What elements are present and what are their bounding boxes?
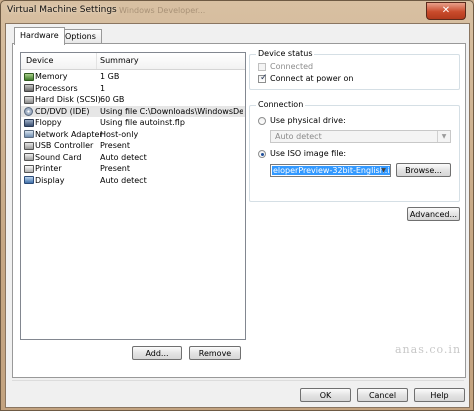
device-summary: 1 GB [100,72,120,81]
window-title: Virtual Machine Settings [7,5,117,15]
device-summary: Present [100,164,131,173]
device-list-header: Device Summary [21,53,245,70]
usb-icon [24,141,34,150]
device-status-group: Device status Connected ✓ Connect at pow… [249,49,460,90]
device-row-cd-dvd[interactable]: CD/DVD (IDE) Using file C:\Downloads\Win… [21,105,245,117]
device-row-usb-controller[interactable]: USB Controller Present [21,140,245,152]
footer-separator [12,380,464,381]
device-summary: Auto detect [100,175,147,185]
connect-at-power-on-label: Connect at power on [270,74,354,83]
speaker-icon [24,153,34,161]
title-bar[interactable]: Virtual Machine Settings Windows Develop… [1,1,473,21]
device-row-processors[interactable]: Processors 1 [21,83,245,95]
add-device-button[interactable]: Add... [132,346,182,360]
remove-device-button[interactable]: Remove [189,346,241,360]
display-icon [24,176,34,184]
device-name: Hard Disk (SCSI) [35,95,101,104]
memory-icon [24,72,34,81]
device-name: Floppy [35,118,62,127]
device-name: Memory [35,72,68,81]
device-summary: 1 [100,83,106,93]
column-separator[interactable] [96,53,97,69]
device-summary: Using file autoinst.flp [100,118,185,127]
use-iso-image-label: Use ISO image file: [270,149,347,158]
printer-icon [24,164,34,173]
iso-path-input[interactable]: eloperPreview-32bit-English.iso ▼ [270,164,391,177]
physical-drive-value: Auto detect [275,132,322,141]
processor-icon [24,84,34,92]
device-summary: Present [100,141,131,150]
ok-button[interactable]: OK [300,388,351,402]
cd-dvd-icon [24,106,33,116]
device-rows: Memory 1 GB Processors 1 Hard Disk (SCSI… [21,71,245,186]
device-name: CD/DVD (IDE) [35,106,90,116]
device-row-network-adapter[interactable]: Network Adapter Host-only [21,129,245,141]
device-row-floppy[interactable]: Floppy Using file autoinst.flp [21,117,245,129]
connection-group: Connection Use physical drive: Auto dete… [249,100,460,202]
virtual-machine-settings-window: Virtual Machine Settings Windows Develop… [0,0,474,411]
close-icon: ✕ [441,5,451,16]
tab-options[interactable]: Options [59,29,102,44]
connected-label: Connected [270,62,314,71]
watermark-text: anas.co.in [395,343,462,356]
checkmark-icon: ✓ [260,73,268,83]
chevron-down-icon[interactable]: ▼ [378,165,389,176]
dialog-client-area: Hardware Options Device Summary Memory 1… [5,23,470,408]
device-name: Processors [35,83,78,93]
device-name: USB Controller [35,141,94,150]
device-summary: 60 GB [100,95,125,104]
background-window-title: Windows Developer... [119,6,206,15]
device-row-memory[interactable]: Memory 1 GB [21,71,245,83]
cancel-button[interactable]: Cancel [357,388,408,402]
device-name: Sound Card [35,152,82,162]
device-summary: Auto detect [100,152,147,162]
network-adapter-icon [24,130,34,138]
floppy-icon [24,118,34,127]
physical-drive-dropdown[interactable]: Auto detect ▼ [270,130,451,143]
connected-checkbox[interactable] [258,63,266,71]
use-iso-image-radio[interactable] [258,150,266,158]
device-summary: Host-only [100,129,139,139]
device-row-hard-disk[interactable]: Hard Disk (SCSI) 60 GB [21,94,245,106]
advanced-button[interactable]: Advanced... [407,207,460,221]
column-header-summary[interactable]: Summary [100,56,139,65]
device-name: Printer [35,164,62,173]
device-row-printer[interactable]: Printer Present [21,163,245,175]
column-header-device[interactable]: Device [26,56,53,65]
device-row-sound-card[interactable]: Sound Card Auto detect [21,152,245,164]
help-button[interactable]: Help [414,388,465,402]
device-row-display[interactable]: Display Auto detect [21,175,245,187]
chevron-down-icon[interactable]: ▼ [437,131,450,142]
device-status-title: Device status [256,49,315,58]
tab-hardware[interactable]: Hardware [14,27,65,45]
hardware-tab-panel: Device Summary Memory 1 GB Processors 1 [12,43,466,378]
radio-selected-dot [260,152,264,156]
iso-path-selected-text: eloperPreview-32bit-English.iso [272,166,390,175]
hard-disk-icon [24,95,34,104]
device-summary: Using file C:\Downloads\WindowsDe... [100,106,243,116]
connection-title: Connection [256,100,306,109]
use-physical-drive-radio[interactable] [258,117,266,125]
device-name: Display [35,175,65,185]
connect-at-power-on-checkbox[interactable]: ✓ [258,73,268,83]
device-name: Network Adapter [35,129,103,139]
use-physical-drive-label: Use physical drive: [270,116,346,125]
browse-button[interactable]: Browse... [396,163,451,177]
device-list[interactable]: Device Summary Memory 1 GB Processors 1 [20,52,246,340]
close-window-button[interactable]: ✕ [426,2,466,20]
